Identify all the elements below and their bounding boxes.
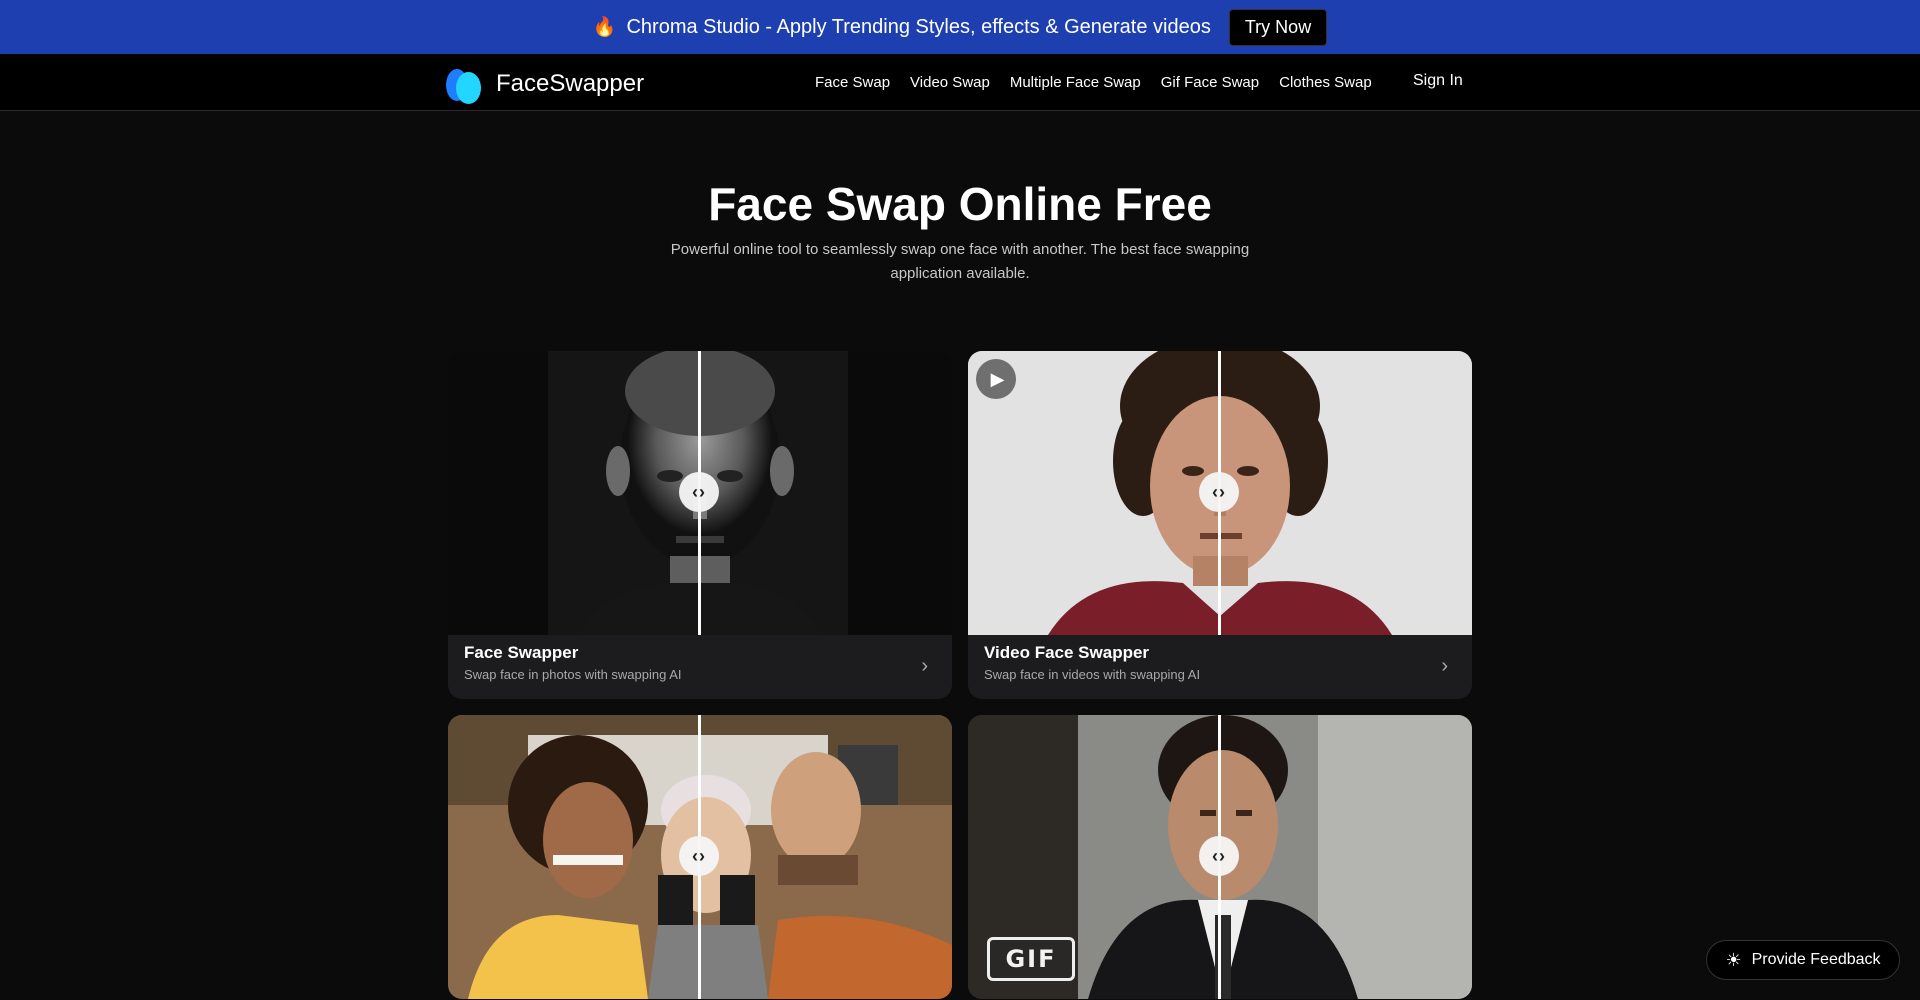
play-button[interactable]: ▶ bbox=[976, 359, 1016, 399]
nav-multiple-face-swap[interactable]: Multiple Face Swap bbox=[1010, 74, 1141, 91]
card-multiple-face-swapper[interactable]: ‹› bbox=[448, 715, 952, 999]
sign-in-link[interactable]: Sign In bbox=[1413, 72, 1463, 90]
card-gif-face-swapper[interactable]: GIF ‹› bbox=[968, 715, 1472, 999]
compare-handle[interactable]: ‹› bbox=[679, 836, 719, 876]
nav-face-swap[interactable]: Face Swap bbox=[815, 74, 890, 91]
gif-badge: GIF bbox=[987, 937, 1075, 981]
compare-arrows-icon: ‹› bbox=[1212, 845, 1226, 866]
compare-handle[interactable]: ‹› bbox=[679, 472, 719, 512]
card-description: Swap face in photos with swapping AI bbox=[464, 667, 682, 682]
card-info: Video Face Swapper Swap face in videos w… bbox=[968, 635, 1472, 699]
before-after-image: ‹› bbox=[448, 351, 952, 635]
compare-handle[interactable]: ‹› bbox=[1199, 472, 1239, 512]
card-video-face-swapper[interactable]: ▶ ‹› Video Face Swapper Swap face in vid… bbox=[968, 351, 1472, 699]
chevron-right-icon: › bbox=[1441, 655, 1448, 677]
compare-arrows-icon: ‹› bbox=[692, 481, 706, 502]
play-icon: ▶ bbox=[990, 368, 1005, 389]
gif-badge-label: GIF bbox=[1005, 945, 1057, 973]
promo-banner: 🔥 Chroma Studio - Apply Trending Styles,… bbox=[0, 0, 1920, 54]
compare-arrows-icon: ‹› bbox=[1212, 481, 1226, 502]
before-after-image: ▶ ‹› bbox=[968, 351, 1472, 635]
navbar: FaceSwapper Face Swap Video Swap Multipl… bbox=[0, 54, 1920, 111]
nav-clothes-swap[interactable]: Clothes Swap bbox=[1279, 74, 1372, 91]
card-face-swapper[interactable]: ‹› Face Swapper Swap face in photos with… bbox=[448, 351, 952, 699]
card-title: Face Swapper bbox=[464, 643, 579, 662]
nav-video-swap[interactable]: Video Swap bbox=[910, 74, 990, 91]
nav-gif-face-swap[interactable]: Gif Face Swap bbox=[1161, 74, 1259, 91]
card-title: Video Face Swapper bbox=[984, 643, 1150, 662]
feedback-label: Provide Feedback bbox=[1751, 951, 1881, 968]
chevron-right-icon: › bbox=[921, 655, 928, 677]
promo-text: Chroma Studio - Apply Trending Styles, e… bbox=[626, 15, 1211, 38]
logo[interactable]: FaceSwapper bbox=[444, 64, 644, 104]
logo-icon bbox=[444, 64, 484, 104]
brand-name: FaceSwapper bbox=[496, 70, 645, 97]
main-nav: Face Swap Video Swap Multiple Face Swap … bbox=[815, 54, 1372, 111]
page-subtitle: Powerful online tool to seamlessly swap … bbox=[670, 241, 1250, 282]
try-now-button[interactable]: Try Now bbox=[1228, 8, 1328, 46]
before-after-image: ‹› bbox=[448, 715, 952, 999]
fire-icon: 🔥 bbox=[592, 17, 617, 38]
before-after-image: GIF ‹› bbox=[968, 715, 1472, 999]
compare-arrows-icon: ‹› bbox=[692, 845, 706, 866]
page-title: Face Swap Online Free bbox=[708, 178, 1212, 230]
provide-feedback-button[interactable]: ☀ Provide Feedback bbox=[1706, 940, 1900, 980]
compare-handle[interactable]: ‹› bbox=[1199, 836, 1239, 876]
card-info: Face Swapper Swap face in photos with sw… bbox=[448, 635, 952, 699]
lightbulb-icon: ☀ bbox=[1725, 949, 1742, 970]
card-description: Swap face in videos with swapping AI bbox=[984, 667, 1201, 682]
